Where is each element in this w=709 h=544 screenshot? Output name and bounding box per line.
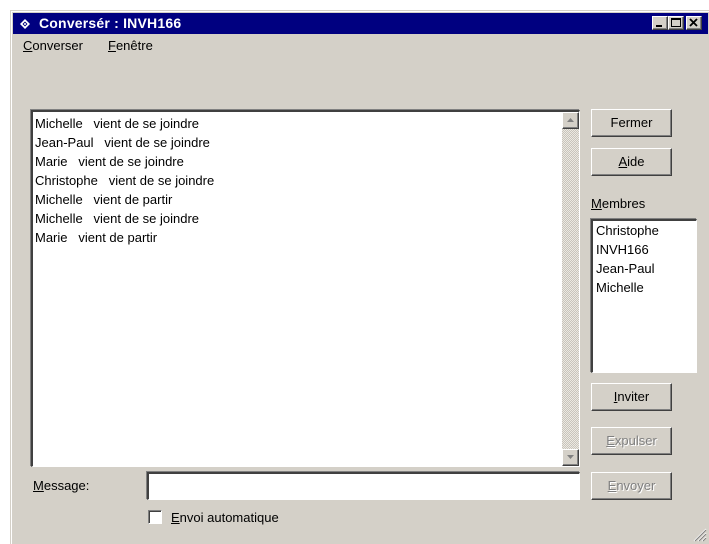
arrow-up-icon <box>567 118 574 122</box>
menu-fenetre-label: enêtre <box>115 38 153 53</box>
message-input[interactable] <box>147 472 580 500</box>
menu-fenetre[interactable]: Fenêtre <box>108 38 153 53</box>
chat-line: Michelle vient de partir <box>35 192 173 207</box>
maximize-button[interactable] <box>668 16 684 30</box>
envoyer-mnemonic: E <box>607 478 617 493</box>
arrow-down-icon <box>567 455 574 459</box>
member-item[interactable]: INVH166 <box>593 240 696 259</box>
minimize-icon <box>656 25 662 27</box>
scroll-down-button[interactable] <box>562 449 579 466</box>
menu-fenetre-mnemonic: F <box>108 38 116 53</box>
expulser-button[interactable]: Expulser <box>591 427 672 455</box>
aide-button[interactable]: Aide <box>591 148 672 176</box>
title-bar[interactable]: Conversér : INVH166 <box>13 13 708 34</box>
envoyer-button[interactable]: Envoyer <box>591 472 672 500</box>
member-item[interactable]: Jean-Paul <box>593 259 696 278</box>
auto-send-label-text: nvoi automatique <box>179 510 279 525</box>
chat-lines: Michelle vient de se joindre Jean-Paul v… <box>35 114 559 247</box>
members-label-mnemonic: M <box>591 196 602 211</box>
auto-send-checkbox[interactable] <box>148 510 162 524</box>
members-label: Membres <box>591 196 645 211</box>
chat-scrollbar[interactable] <box>562 112 579 466</box>
minimize-button[interactable] <box>652 16 668 30</box>
members-label-text: embres <box>601 196 646 211</box>
resize-grip-icon[interactable] <box>693 528 707 542</box>
menu-bar: Converser Fenêtre <box>13 36 708 56</box>
chat-line: Michelle vient de se joindre <box>35 116 200 131</box>
chat-transcript[interactable]: Michelle vient de se joindre Jean-Paul v… <box>31 110 580 467</box>
message-label: Message: <box>33 478 89 493</box>
menu-conversér[interactable]: Converser <box>23 38 83 53</box>
auto-send-label[interactable]: Envoi automatique <box>171 510 279 525</box>
chat-line: Marie vient de partir <box>35 230 158 245</box>
app-icon <box>20 19 30 29</box>
chat-line: Jean-Paul vient de se joindre <box>35 135 210 150</box>
menu-conversér-label: onverser <box>32 38 83 53</box>
message-label-mnemonic: M <box>33 478 44 493</box>
auto-send-mnemonic: E <box>171 510 180 525</box>
message-label-text: essage: <box>43 478 90 493</box>
fermer-button[interactable]: Fermer <box>591 109 672 137</box>
scroll-up-button[interactable] <box>562 112 579 129</box>
close-button[interactable] <box>686 16 702 30</box>
inviter-label: nviter <box>617 389 650 404</box>
aide-mnemonic: A <box>618 154 628 169</box>
envoyer-label: nvoyer <box>616 478 656 493</box>
members-list[interactable]: Christophe INVH166 Jean-Paul Michelle <box>591 219 697 373</box>
inviter-button[interactable]: Inviter <box>591 383 672 411</box>
member-item[interactable]: Michelle <box>593 278 696 297</box>
expulser-mnemonic: E <box>606 433 615 448</box>
chat-line: Christophe vient de se joindre <box>35 173 215 188</box>
window-title: Conversér : INVH166 <box>39 15 182 31</box>
aide-label: ide <box>627 154 645 169</box>
maximize-icon <box>671 18 681 27</box>
menu-conversér-mnemonic: C <box>23 38 33 53</box>
chat-line: Michelle vient de se joindre <box>35 211 200 226</box>
chat-line: Marie vient de se joindre <box>35 154 184 169</box>
chat-window: Conversér : INVH166 Converser Fenêtre Mi… <box>10 10 709 544</box>
expulser-label: xpulser <box>614 433 657 448</box>
close-icon <box>689 18 698 27</box>
member-item[interactable]: Christophe <box>593 221 696 240</box>
